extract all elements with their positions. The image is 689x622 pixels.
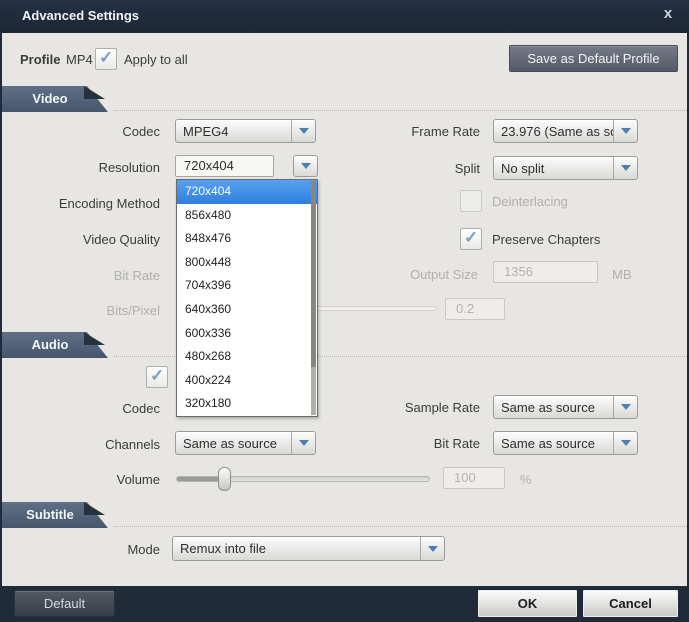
dialog-title: Advanced Settings — [22, 8, 140, 23]
profile-label: Profile — [20, 52, 61, 67]
resolution-option[interactable]: 800x448 — [177, 251, 317, 275]
sample-rate-combo-value: Same as source — [501, 399, 595, 415]
chevron-down-icon — [614, 432, 637, 454]
video-quality-label: Video Quality — [82, 232, 160, 247]
chevron-down-icon — [421, 537, 444, 560]
resolution-option[interactable]: 848x476 — [177, 227, 317, 251]
audio-enable-checkbox[interactable]: ✓ — [146, 366, 168, 388]
subtitle-mode-combo[interactable]: Remux into file — [172, 536, 445, 561]
output-size-unit: MB — [612, 267, 632, 282]
chevron-down-icon — [300, 163, 311, 169]
channels-combo-value: Same as source — [183, 435, 277, 451]
check-icon: ✓ — [464, 228, 479, 247]
deinterlacing-checkbox — [460, 190, 482, 212]
split-label: Split — [454, 161, 480, 176]
volume-slider-track[interactable] — [176, 476, 430, 482]
ok-button[interactable]: OK — [478, 590, 577, 617]
apply-to-all-checkbox[interactable]: ✓ — [95, 48, 117, 70]
resolution-input[interactable]: 720x404 — [175, 155, 274, 177]
frame-rate-combo-value: 23.976 (Same as so — [501, 123, 613, 139]
preserve-chapters-label: Preserve Chapters — [492, 232, 601, 247]
resolution-option[interactable]: 480x268 — [177, 345, 317, 369]
subtitle-mode-label: Mode — [127, 542, 160, 557]
volume-unit: % — [520, 472, 532, 487]
audio-codec-label: Codec — [122, 401, 160, 416]
split-combo-value: No split — [501, 160, 545, 176]
section-divider — [114, 110, 687, 111]
resolution-option[interactable]: 400x224 — [177, 369, 317, 393]
frame-rate-combo[interactable]: 23.976 (Same as so — [493, 119, 638, 143]
resolution-label: Resolution — [98, 160, 160, 175]
save-default-profile-label: Save as Default Profile — [527, 51, 660, 66]
advanced-settings-dialog: Advanced Settings x Profile MP4 ✓ Apply … — [0, 0, 689, 622]
bits-pixel-label: Bits/Pixel — [106, 303, 160, 318]
bit-rate-label: Bit Rate — [113, 268, 160, 283]
audio-bit-rate-combo[interactable]: Same as source — [493, 431, 638, 455]
sample-rate-label: Sample Rate — [404, 400, 480, 415]
chevron-down-icon — [292, 120, 315, 142]
volume-field: 100 — [443, 467, 505, 489]
section-tab-audio-label: Audio — [31, 337, 69, 352]
codec-label: Codec — [122, 124, 160, 139]
default-button[interactable]: Default — [14, 590, 115, 617]
chevron-down-icon — [292, 432, 315, 454]
resolution-option[interactable]: 320x180 — [177, 392, 317, 416]
close-icon[interactable]: x — [656, 5, 680, 27]
chevron-down-icon — [614, 396, 637, 418]
titlebar: Advanced Settings x — [0, 0, 689, 33]
section-tab-subtitle-label: Subtitle — [26, 507, 74, 522]
check-icon: ✓ — [99, 48, 114, 67]
profile-value: MP4 — [66, 52, 93, 67]
audio-bit-rate-label: Bit Rate — [433, 436, 480, 451]
channels-combo[interactable]: Same as source — [175, 431, 316, 455]
chevron-down-icon — [614, 120, 637, 142]
dropdown-scrollbar-thumb[interactable] — [311, 181, 316, 367]
default-button-label: Default — [43, 596, 86, 611]
resolution-option[interactable]: 720x404 — [177, 180, 317, 204]
save-default-profile-button[interactable]: Save as Default Profile — [509, 45, 678, 72]
dropdown-scrollbar[interactable] — [311, 181, 316, 415]
deinterlacing-label: Deinterlacing — [492, 194, 568, 209]
volume-slider-handle[interactable] — [218, 467, 231, 491]
output-size-label: Output Size — [410, 267, 478, 282]
section-tab-video-label: Video — [32, 91, 68, 106]
resolution-option[interactable]: 600x336 — [177, 322, 317, 346]
subtitle-mode-combo-value: Remux into file — [180, 541, 266, 556]
preserve-chapters-checkbox[interactable]: ✓ — [460, 228, 482, 250]
output-size-field: 1356 — [493, 261, 598, 283]
cancel-button[interactable]: Cancel — [583, 590, 678, 617]
resolution-option[interactable]: 640x360 — [177, 298, 317, 322]
section-divider — [114, 526, 687, 527]
channels-label: Channels — [105, 437, 160, 452]
chevron-down-icon — [614, 157, 637, 179]
resolution-option[interactable]: 856x480 — [177, 204, 317, 228]
resolution-dropdown-button[interactable] — [293, 155, 318, 177]
bits-pixel-field: 0.2 — [445, 298, 505, 320]
cancel-button-label: Cancel — [609, 596, 652, 611]
resolution-dropdown-list: 720x404 856x480 848x476 800x448 704x396 … — [176, 179, 318, 417]
apply-to-all-label: Apply to all — [124, 52, 188, 67]
check-icon: ✓ — [150, 366, 165, 385]
encoding-method-label: Encoding Method — [58, 196, 160, 211]
resolution-option[interactable]: 704x396 — [177, 274, 317, 298]
ok-button-label: OK — [517, 596, 538, 611]
sample-rate-combo[interactable]: Same as source — [493, 395, 638, 419]
frame-rate-label: Frame Rate — [411, 124, 480, 139]
volume-label: Volume — [116, 472, 160, 487]
split-combo[interactable]: No split — [493, 156, 638, 180]
codec-combo-value: MPEG4 — [183, 123, 229, 139]
codec-combo[interactable]: MPEG4 — [175, 119, 316, 143]
audio-bit-rate-combo-value: Same as source — [501, 435, 595, 451]
